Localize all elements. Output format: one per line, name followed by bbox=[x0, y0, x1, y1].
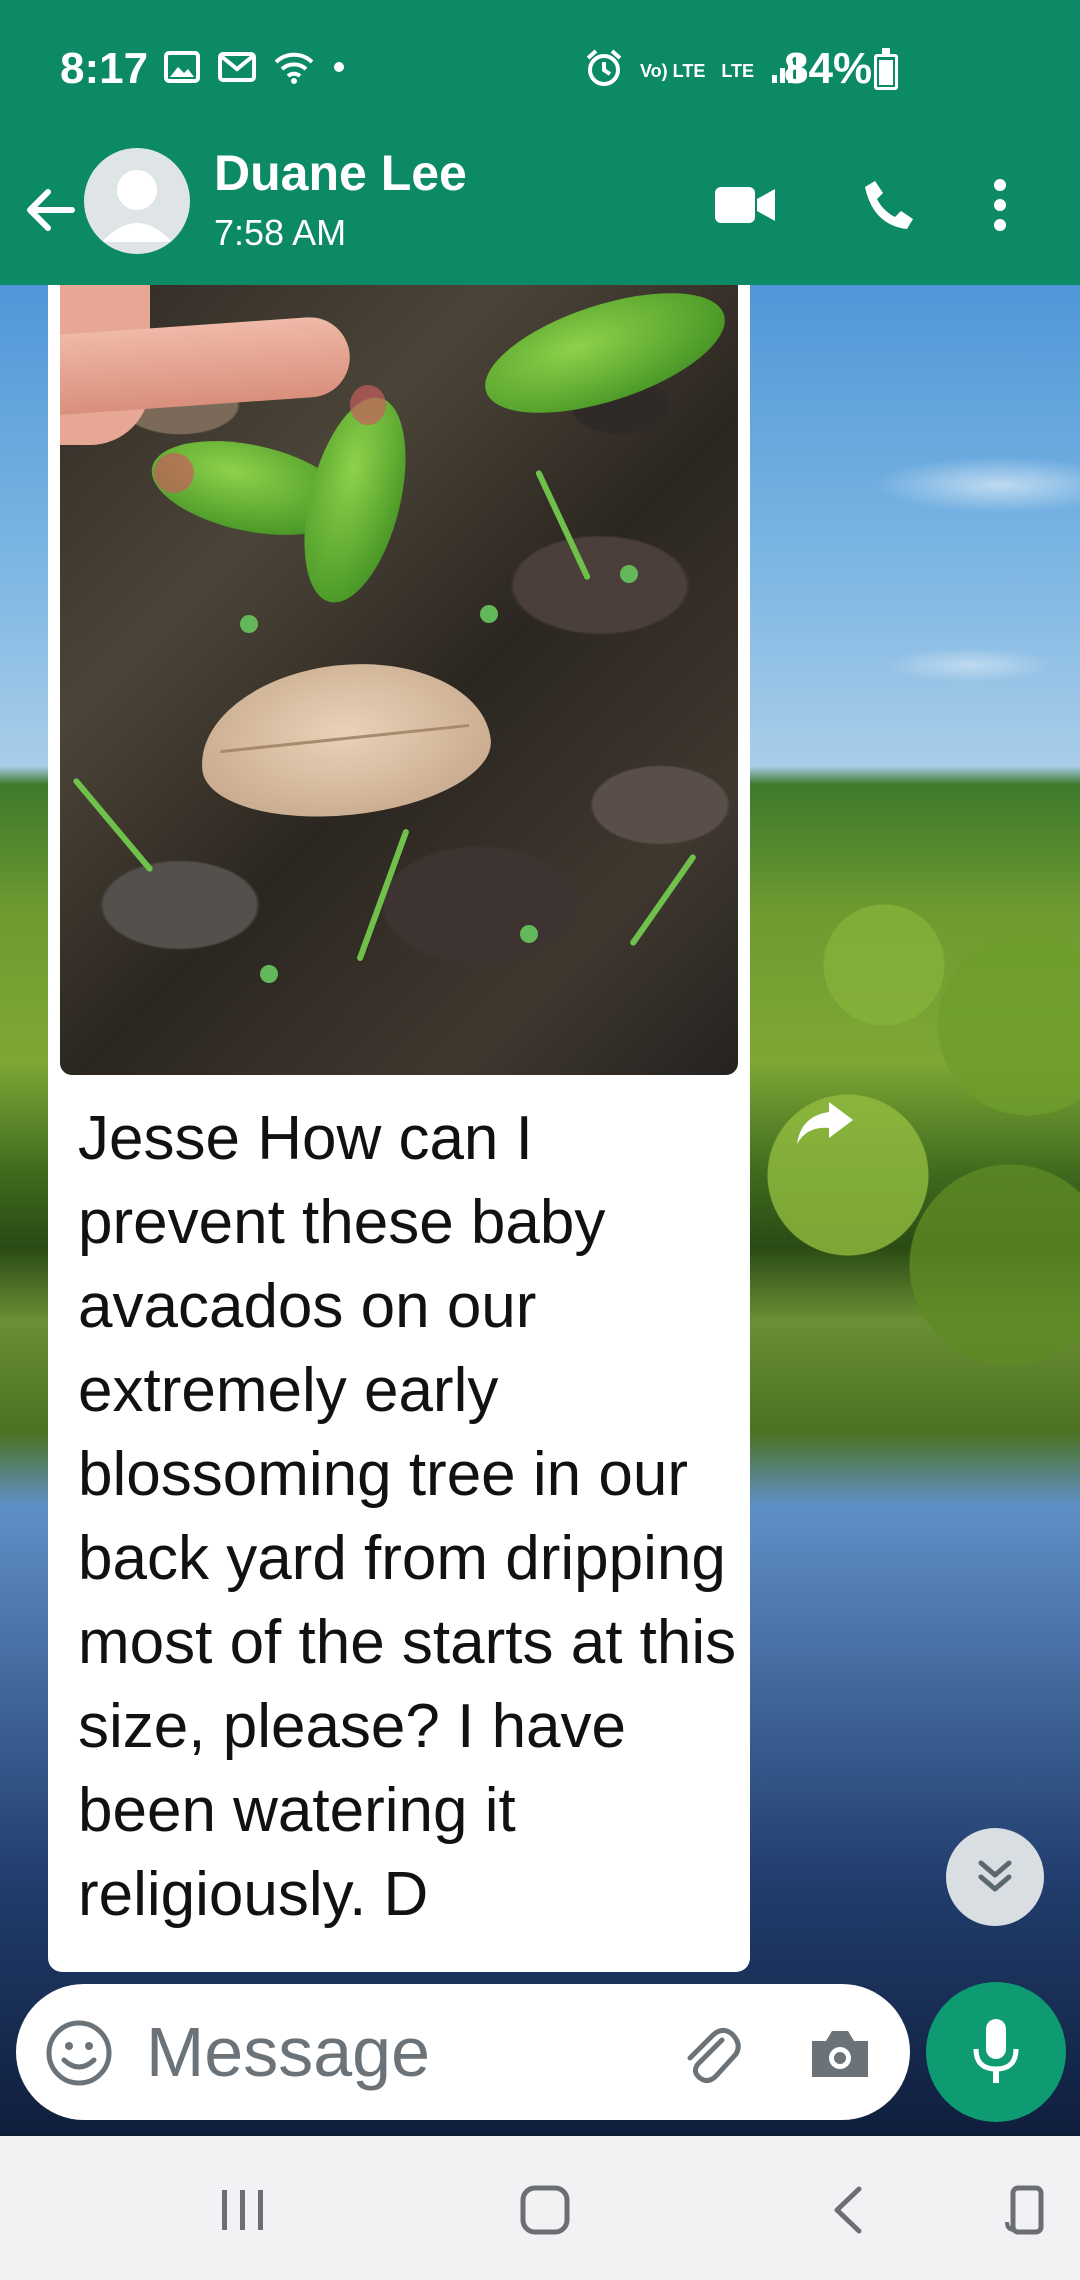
status-icons-right: Vo) LTE LTE bbox=[584, 48, 804, 93]
mic-button[interactable] bbox=[926, 1982, 1066, 2122]
rotate-icon bbox=[1005, 2185, 1044, 2235]
phone-call-button[interactable] bbox=[844, 160, 934, 250]
double-chevron-down-icon bbox=[978, 1860, 1012, 1892]
photo-grass bbox=[72, 777, 154, 873]
battery-percent: 84% bbox=[784, 44, 873, 93]
emoji-icon bbox=[46, 2020, 112, 2086]
photo-avocado-tip bbox=[350, 385, 386, 425]
emoji-button[interactable] bbox=[44, 2018, 114, 2088]
attach-button[interactable] bbox=[670, 2014, 750, 2094]
back-button[interactable] bbox=[802, 2172, 892, 2248]
lte-icon: LTE bbox=[721, 60, 754, 81]
phone-call-icon bbox=[865, 181, 913, 229]
mic-icon bbox=[973, 2019, 1019, 2083]
status-bar: 8:17 Vo) LTE LTE 84% bbox=[0, 0, 1080, 140]
dot-icon bbox=[332, 60, 346, 79]
volte-icon: Vo) LTE bbox=[640, 60, 706, 81]
recent-apps-icon bbox=[222, 2190, 263, 2230]
photo-grass bbox=[534, 469, 592, 581]
contact-name[interactable]: Duane Lee bbox=[214, 144, 467, 202]
battery-icon bbox=[874, 48, 898, 90]
photo-clover bbox=[240, 615, 258, 633]
photo-clover bbox=[520, 925, 538, 943]
photo-avocado bbox=[471, 285, 738, 438]
avatar-icon bbox=[102, 170, 172, 242]
status-time: 8:17 bbox=[60, 44, 149, 93]
home-button[interactable] bbox=[500, 2172, 590, 2248]
home-icon bbox=[520, 2185, 570, 2235]
status-icons-left bbox=[164, 50, 346, 89]
video-call-button[interactable] bbox=[700, 160, 790, 250]
contact-last-seen: 7:58 AM bbox=[214, 212, 347, 253]
paperclip-icon bbox=[687, 2028, 741, 2084]
chat-screen: 8:17 Vo) LTE LTE 84% Duane Lee 7:58 AM J… bbox=[0, 0, 1080, 2280]
recent-apps-button[interactable] bbox=[198, 2172, 288, 2248]
photo-clover bbox=[480, 605, 498, 623]
rotate-button[interactable] bbox=[980, 2172, 1070, 2248]
system-nav-bar bbox=[0, 2136, 1080, 2280]
more-options-button[interactable] bbox=[970, 160, 1030, 250]
message-composer bbox=[16, 1984, 910, 2120]
forward-button[interactable] bbox=[790, 1092, 860, 1152]
scroll-to-bottom-button[interactable] bbox=[946, 1828, 1044, 1926]
photo-grass bbox=[356, 828, 410, 962]
message-bubble[interactable]: Jesse How can I prevent these baby avaca… bbox=[48, 285, 750, 1972]
wifi-icon bbox=[274, 50, 314, 89]
photo-clover bbox=[620, 565, 638, 583]
message-photo[interactable] bbox=[60, 285, 738, 1075]
image-icon bbox=[164, 51, 200, 88]
forward-icon bbox=[797, 1102, 853, 1144]
photo-clover bbox=[260, 965, 278, 983]
back-icon bbox=[834, 2186, 862, 2234]
alarm-icon bbox=[584, 48, 624, 93]
more-options-icon bbox=[994, 179, 1006, 231]
photo-dry-leaf bbox=[192, 650, 498, 830]
chat-header: Duane Lee 7:58 AM bbox=[0, 140, 1080, 285]
video-call-icon bbox=[715, 187, 775, 223]
mail-icon bbox=[218, 52, 256, 87]
message-input[interactable] bbox=[146, 2004, 646, 2100]
message-text: Jesse How can I prevent these baby avaca… bbox=[78, 1104, 737, 1929]
camera-icon bbox=[812, 2031, 868, 2077]
back-arrow-icon[interactable] bbox=[18, 170, 82, 250]
camera-button[interactable] bbox=[800, 2014, 880, 2094]
avatar[interactable] bbox=[84, 148, 190, 254]
photo-avocado-tip bbox=[154, 453, 194, 493]
photo-grass bbox=[628, 853, 698, 947]
